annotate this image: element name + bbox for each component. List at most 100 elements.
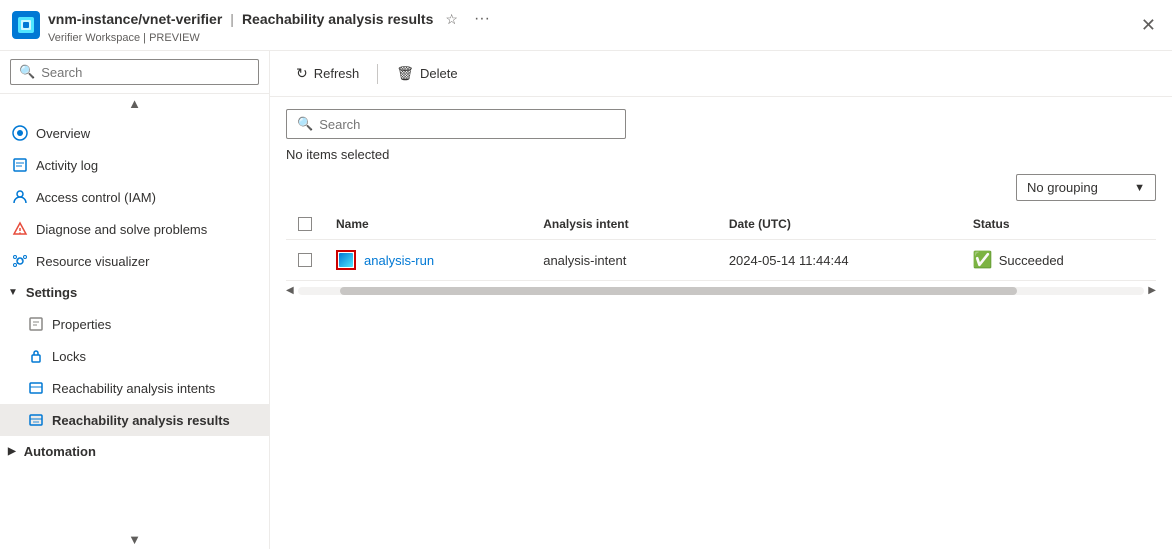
- overview-icon: [12, 125, 28, 141]
- table-body: analysis-run analysis-intent 2024-05-14 …: [286, 240, 1156, 281]
- sidebar-item-properties-label: Properties: [52, 317, 111, 332]
- col-header-analysis-intent: Analysis intent: [531, 209, 717, 240]
- toolbar: ↻ Refresh 🗑 Delete: [270, 51, 1172, 97]
- sidebar-item-reachability-results-label: Reachability analysis results: [52, 413, 230, 428]
- title-bar-actions: ✕: [1137, 11, 1160, 40]
- resource-path: vnm-instance/vnet-verifier: [48, 11, 222, 27]
- search-icon: 🔍: [19, 64, 35, 80]
- scroll-down-indicator[interactable]: ▼: [0, 530, 269, 549]
- col-header-status: Status: [961, 209, 1156, 240]
- settings-chevron-icon: ▼: [8, 287, 18, 298]
- horizontal-scrollbar[interactable]: ◀ ▶: [286, 281, 1156, 300]
- title-main: vnm-instance/vnet-verifier | Reachabilit…: [48, 6, 1129, 32]
- table-header: Name Analysis intent Date (UTC) Status: [286, 209, 1156, 240]
- row-name-icon-inner: [339, 253, 353, 267]
- content-search-icon: 🔍: [297, 116, 313, 132]
- properties-icon: [28, 316, 44, 332]
- sidebar-search-input[interactable]: [41, 65, 250, 80]
- scroll-up-indicator[interactable]: ▲: [0, 94, 269, 113]
- content-search-box[interactable]: 🔍: [286, 109, 626, 139]
- row-date-cell: 2024-05-14 11:44:44: [717, 240, 961, 281]
- sidebar-item-reachability-results[interactable]: Reachability analysis results: [0, 404, 269, 436]
- grouping-chevron-icon: ▼: [1134, 182, 1145, 194]
- delete-icon: 🗑: [396, 65, 414, 82]
- refresh-button[interactable]: ↻ Refresh: [286, 59, 369, 88]
- sidebar-item-locks-label: Locks: [52, 349, 86, 364]
- sidebar-item-overview-label: Overview: [36, 126, 90, 141]
- content-search-input[interactable]: [319, 117, 615, 132]
- grouping-label: No grouping: [1027, 180, 1098, 195]
- content-area: ↻ Refresh 🗑 Delete 🔍 No items selected N…: [270, 51, 1172, 549]
- row-name-icon: [336, 250, 356, 270]
- title-separator: |: [230, 11, 234, 27]
- sidebar-section-settings[interactable]: ▼ Settings: [0, 277, 269, 308]
- sidebar-item-overview[interactable]: Overview: [0, 117, 269, 149]
- sidebar-item-access-control-label: Access control (IAM): [36, 190, 156, 205]
- locks-icon: [28, 348, 44, 364]
- content-body: 🔍 No items selected No grouping ▼: [270, 97, 1172, 549]
- toolbar-separator: [377, 64, 378, 84]
- sidebar-item-resource-visualizer-label: Resource visualizer: [36, 254, 149, 269]
- refresh-label: Refresh: [314, 66, 360, 81]
- grouping-row: No grouping ▼: [286, 174, 1156, 201]
- status-success-icon: ✅: [973, 250, 993, 270]
- grouping-dropdown[interactable]: No grouping ▼: [1016, 174, 1156, 201]
- header-checkbox-cell: [286, 209, 324, 240]
- sidebar: 🔍 ▲ Overview Activity log: [0, 51, 270, 549]
- name-cell-content: analysis-run: [336, 250, 519, 270]
- intents-icon: [28, 380, 44, 396]
- sidebar-nav: Overview Activity log Access control (IA…: [0, 113, 269, 530]
- main-layout: 🔍 ▲ Overview Activity log: [0, 51, 1172, 549]
- title-text-container: vnm-instance/vnet-verifier | Reachabilit…: [48, 6, 1129, 44]
- col-header-date-utc: Date (UTC): [717, 209, 961, 240]
- sidebar-item-reachability-intents[interactable]: Reachability analysis intents: [0, 372, 269, 404]
- row-analysis-intent-cell: analysis-intent: [531, 240, 717, 281]
- sidebar-search-box[interactable]: 🔍: [10, 59, 259, 85]
- row-checkbox-cell: [286, 240, 324, 281]
- row-status-cell: ✅ Succeeded: [961, 240, 1156, 281]
- sidebar-item-properties[interactable]: Properties: [0, 308, 269, 340]
- sidebar-item-diagnose-label: Diagnose and solve problems: [36, 222, 207, 237]
- delete-label: Delete: [420, 66, 458, 81]
- scroll-thumb[interactable]: [340, 287, 1017, 295]
- select-all-checkbox[interactable]: [298, 217, 312, 231]
- title-subtitle: Verifier Workspace | PREVIEW: [48, 32, 1129, 44]
- row-name-cell: analysis-run: [324, 240, 531, 281]
- scroll-right-arrow[interactable]: ▶: [1148, 285, 1156, 296]
- results-icon: [28, 412, 44, 428]
- sidebar-item-locks[interactable]: Locks: [0, 340, 269, 372]
- sidebar-item-activity-log-label: Activity log: [36, 158, 98, 173]
- app-icon: [12, 11, 40, 39]
- activity-icon: [12, 157, 28, 173]
- scroll-track[interactable]: [298, 287, 1145, 295]
- status-cell-content: ✅ Succeeded: [973, 250, 1144, 270]
- sidebar-item-reachability-intents-label: Reachability analysis intents: [52, 381, 215, 396]
- refresh-icon: ↻: [296, 65, 308, 82]
- sidebar-section-automation-label: Automation: [24, 444, 96, 459]
- row-name-link[interactable]: analysis-run: [364, 253, 434, 268]
- close-button[interactable]: ✕: [1137, 11, 1160, 40]
- status-label: Succeeded: [999, 253, 1064, 268]
- sidebar-item-activity-log[interactable]: Activity log: [0, 149, 269, 181]
- sidebar-item-resource-visualizer[interactable]: Resource visualizer: [0, 245, 269, 277]
- sidebar-section-automation[interactable]: ▶ Automation: [0, 436, 269, 467]
- table-row: analysis-run analysis-intent 2024-05-14 …: [286, 240, 1156, 281]
- page-title: Reachability analysis results: [242, 11, 433, 27]
- iam-icon: [12, 189, 28, 205]
- title-bar: vnm-instance/vnet-verifier | Reachabilit…: [0, 0, 1172, 51]
- scroll-left-arrow[interactable]: ◀: [286, 285, 294, 296]
- diagnose-icon: [12, 221, 28, 237]
- row-checkbox[interactable]: [298, 253, 312, 267]
- no-items-text: No items selected: [286, 147, 1156, 162]
- favorite-button[interactable]: ☆: [441, 7, 462, 32]
- sidebar-item-diagnose[interactable]: Diagnose and solve problems: [0, 213, 269, 245]
- sidebar-search-container: 🔍: [0, 51, 269, 94]
- col-header-name: Name: [324, 209, 531, 240]
- automation-chevron-icon: ▶: [8, 446, 16, 457]
- results-table: Name Analysis intent Date (UTC) Status: [286, 209, 1156, 281]
- more-options-button[interactable]: ···: [470, 6, 494, 32]
- delete-button[interactable]: 🗑 Delete: [386, 59, 467, 88]
- sidebar-item-access-control[interactable]: Access control (IAM): [0, 181, 269, 213]
- visualizer-icon: [12, 253, 28, 269]
- sidebar-section-settings-label: Settings: [26, 285, 77, 300]
